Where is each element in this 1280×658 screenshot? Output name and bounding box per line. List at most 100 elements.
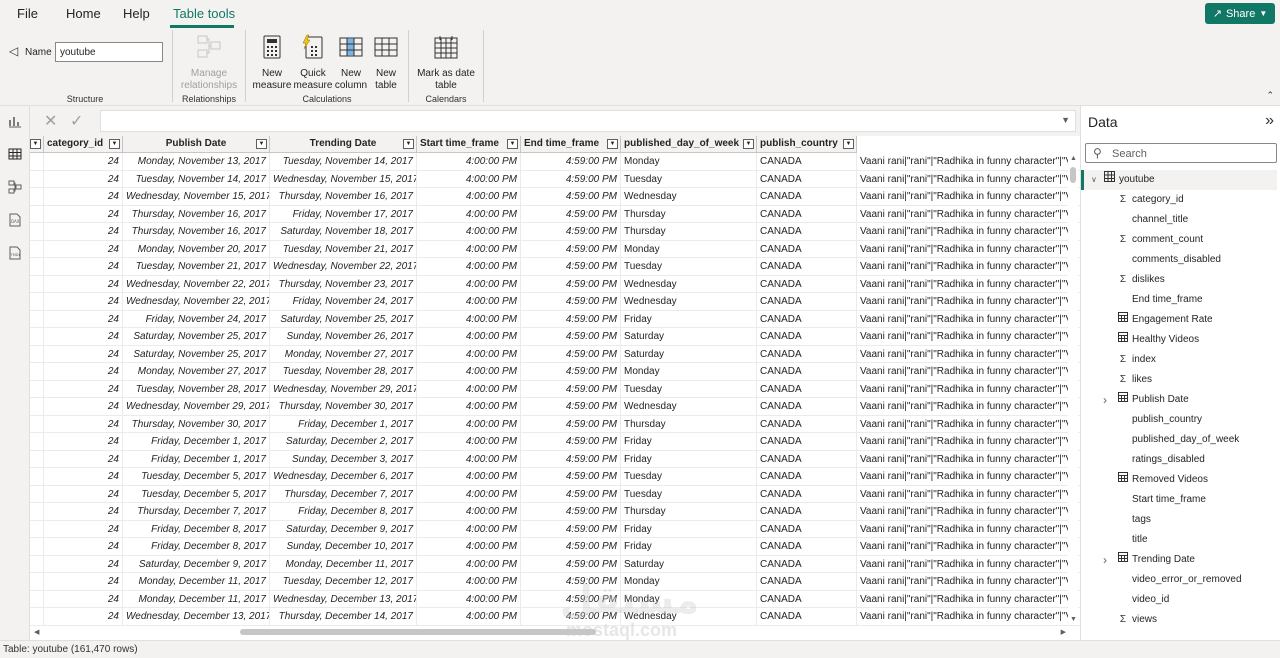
table-cell[interactable]: 4:59:00 PM	[521, 520, 621, 538]
table-cell[interactable]: 24	[44, 398, 123, 416]
table-cell[interactable]: 4:59:00 PM	[521, 538, 621, 556]
table-cell[interactable]: 24	[44, 293, 123, 311]
table-cell[interactable]: Wednesday, November 22, 2017	[123, 275, 270, 293]
table-cell[interactable]: CANADA	[757, 573, 857, 591]
table-cell[interactable]: Saturday, December 2, 2017	[270, 433, 417, 451]
tree-field[interactable]: Σindex	[1081, 350, 1277, 370]
table-cell[interactable]: 24	[44, 520, 123, 538]
table-cell[interactable]: CANADA	[757, 398, 857, 416]
table-cell[interactable]: 24	[44, 223, 123, 241]
table-cell[interactable]: 24	[44, 415, 123, 433]
tree-field[interactable]: Σviews	[1081, 610, 1277, 630]
table-cell[interactable]: Tuesday, November 14, 2017	[123, 170, 270, 188]
table-cell[interactable]: Monday	[621, 240, 757, 258]
table-cell[interactable]: 4:59:00 PM	[521, 608, 621, 626]
table-cell[interactable]: 4:59:00 PM	[521, 415, 621, 433]
data-search-input[interactable]: ⚲ Search	[1085, 143, 1277, 163]
column-header[interactable]: Publish Date ▼	[123, 136, 270, 153]
vertical-scroll-thumb[interactable]	[1070, 167, 1076, 183]
table-cell[interactable]: Vaani rani|"rani"|"Radhika in funny char…	[857, 346, 1080, 363]
scroll-down-icon[interactable]: ▼	[1070, 616, 1077, 623]
tree-table-youtube[interactable]: ∨ youtube	[1081, 170, 1277, 190]
tree-field[interactable]: › Publish Date	[1081, 390, 1277, 410]
table-cell[interactable]: 24	[44, 485, 123, 503]
table-cell[interactable]: 4:59:00 PM	[521, 468, 621, 486]
table-cell[interactable]: 4:59:00 PM	[521, 223, 621, 241]
table-cell[interactable]: Tuesday, December 5, 2017	[123, 468, 270, 486]
tab-table-tools[interactable]: Table tools	[173, 6, 235, 21]
table-cell[interactable]: Wednesday	[621, 608, 757, 626]
table-cell[interactable]: CANADA	[757, 170, 857, 188]
table-cell[interactable]: CANADA	[757, 258, 857, 276]
table-cell[interactable]: Wednesday, December 13, 2017	[123, 608, 270, 626]
table-cell[interactable]: CANADA	[757, 380, 857, 398]
chevron-down-icon[interactable]: ∨	[1091, 170, 1097, 190]
table-cell[interactable]: Vaani rani|"rani"|"Radhika in funny char…	[857, 503, 1080, 521]
table-cell[interactable]: 24	[44, 590, 123, 608]
table-cell[interactable]: Vaani rani|"rani"|"Radhika in funny char…	[857, 328, 1080, 346]
tmdl-view-icon[interactable]: TMDL	[7, 246, 23, 262]
share-button[interactable]: ↗ Share ▼	[1205, 3, 1275, 24]
table-cell[interactable]: Vaani rani|"rani"|"Radhika in funny char…	[857, 468, 1080, 486]
table-cell[interactable]: Vaani rani|"rani"|"Radhika in funny char…	[857, 363, 1080, 381]
table-cell[interactable]: 24	[44, 555, 123, 573]
scroll-left-icon[interactable]: ◀	[34, 628, 39, 636]
table-cell[interactable]: Vaani rani|"rani"|"Radhika in funny char…	[857, 416, 1080, 433]
table-cell[interactable]: Vaani rani|"rani"|"Radhika in funny char…	[857, 223, 1080, 241]
table-cell[interactable]: CANADA	[757, 555, 857, 573]
table-cell[interactable]: 4:59:00 PM	[521, 170, 621, 188]
table-cell[interactable]: 4:00:00 PM	[417, 380, 521, 398]
table-cell[interactable]: 4:00:00 PM	[417, 153, 521, 171]
table-cell[interactable]: Vaani rani|"rani"|"Radhika in funny char…	[857, 258, 1080, 276]
table-cell[interactable]	[30, 153, 44, 171]
tree-field[interactable]: publish_country	[1081, 410, 1277, 430]
table-cell[interactable]: 4:00:00 PM	[417, 450, 521, 468]
table-cell[interactable]: 24	[44, 275, 123, 293]
table-cell[interactable]: Saturday, December 9, 2017	[270, 520, 417, 538]
table-cell[interactable]: Vaani rani|"rani"|"Radhika in funny char…	[857, 538, 1080, 556]
table-cell[interactable]	[30, 223, 44, 241]
table-cell[interactable]	[30, 538, 44, 556]
table-cell[interactable]: 4:00:00 PM	[417, 345, 521, 363]
table-cell[interactable]: 4:59:00 PM	[521, 275, 621, 293]
tree-field[interactable]: video_id	[1081, 590, 1277, 610]
table-cell[interactable]: Wednesday, December 6, 2017	[270, 468, 417, 486]
table-cell[interactable]: CANADA	[757, 415, 857, 433]
column-header[interactable]: Start time_frame ▼	[417, 136, 521, 153]
table-cell[interactable]: CANADA	[757, 223, 857, 241]
table-cell[interactable]: Friday, December 8, 2017	[123, 520, 270, 538]
table-cell[interactable]: 24	[44, 433, 123, 451]
table-cell[interactable]: Vaani rani|"rani"|"Radhika in funny char…	[857, 206, 1080, 223]
table-cell[interactable]: Tuesday	[621, 485, 757, 503]
table-cell[interactable]	[30, 188, 44, 206]
scroll-up-icon[interactable]: ▲	[1070, 155, 1077, 162]
table-cell[interactable]: CANADA	[757, 503, 857, 521]
table-cell[interactable]: Vaani rani|"rani"|"Radhika in funny char…	[857, 188, 1080, 206]
table-cell[interactable]	[30, 240, 44, 258]
report-view-icon[interactable]	[7, 114, 23, 130]
table-cell[interactable]: Tuesday	[621, 170, 757, 188]
table-cell[interactable]: 4:00:00 PM	[417, 240, 521, 258]
filter-dropdown-icon[interactable]: ▼	[843, 139, 854, 149]
table-cell[interactable]: CANADA	[757, 153, 857, 171]
table-cell[interactable]: Wednesday, November 29, 2017	[123, 398, 270, 416]
table-cell[interactable]: Monday, December 11, 2017	[123, 590, 270, 608]
table-cell[interactable]: 24	[44, 503, 123, 521]
table-cell[interactable]: Vaani rani|"rani"|"Radhika in funny char…	[857, 293, 1080, 311]
table-cell[interactable]: CANADA	[757, 608, 857, 626]
column-header[interactable]: Trending Date ▼	[270, 136, 417, 153]
tree-field[interactable]: Σcomment_count	[1081, 230, 1277, 250]
table-cell[interactable]: Vaani rani|"rani"|"Radhika in funny char…	[857, 573, 1080, 591]
table-cell[interactable]	[30, 275, 44, 293]
tab-home[interactable]: Home	[66, 6, 101, 21]
table-cell[interactable]: 4:59:00 PM	[521, 188, 621, 206]
table-cell[interactable]: Saturday, November 25, 2017	[123, 328, 270, 346]
mark-as-date-table-button[interactable]: Mark as date table	[414, 34, 478, 92]
table-cell[interactable]: Monday, November 20, 2017	[123, 240, 270, 258]
table-cell[interactable]: Friday	[621, 433, 757, 451]
table-cell[interactable]: Sunday, December 3, 2017	[270, 450, 417, 468]
table-cell[interactable]: 24	[44, 258, 123, 276]
table-cell[interactable]: Wednesday, November 22, 2017	[123, 293, 270, 311]
tree-field[interactable]: title	[1081, 530, 1277, 550]
tree-field[interactable]: Engagement Rate	[1081, 310, 1277, 330]
